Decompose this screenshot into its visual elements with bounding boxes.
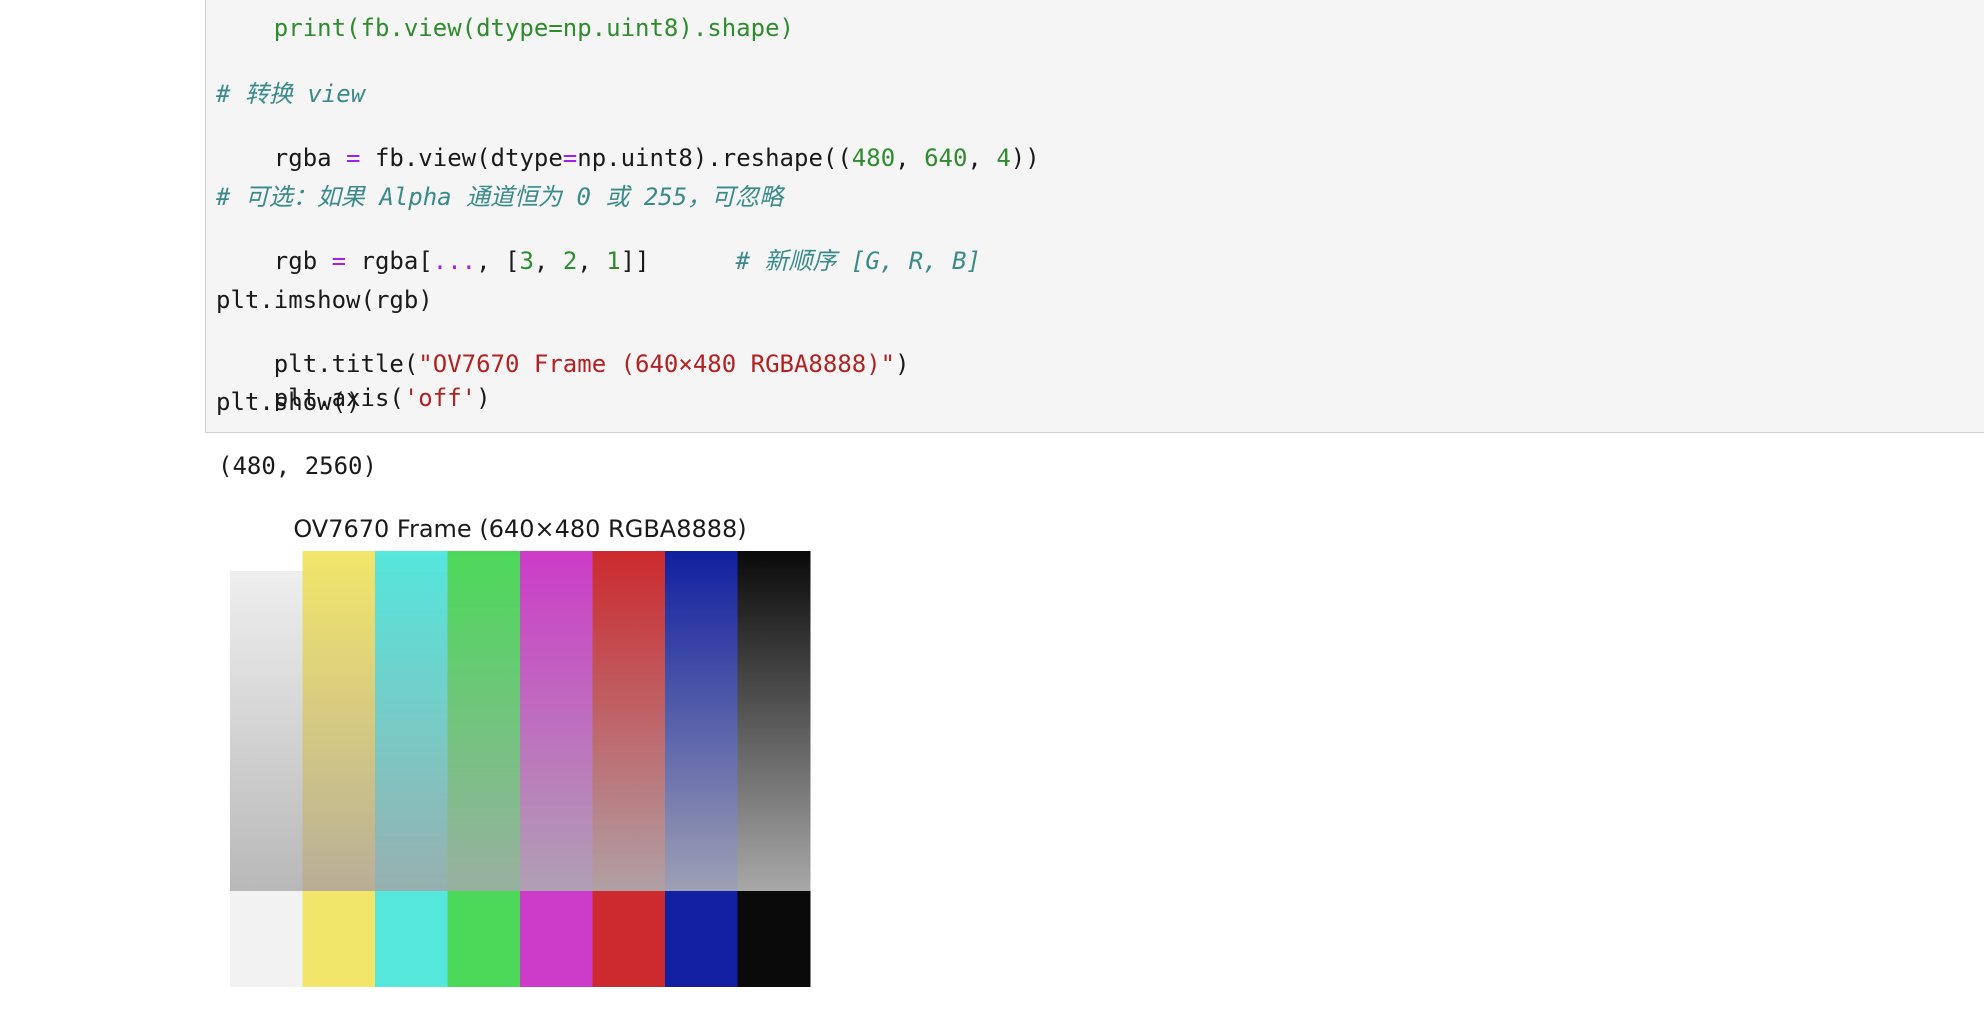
gradient-bar-7 [737,551,811,891]
gradient-bar-3 [447,551,521,891]
code-token: , [895,144,925,172]
solid-bar-5 [592,891,666,987]
code-token: , [967,144,997,172]
code-line-title: plt.title("OV7670 Frame (640×480 RGBA888… [216,319,910,378]
code-line-reshape: rgba = fb.view(dtype=np.uint8).reshape((… [216,113,1040,172]
comment-optional: # 可选：如果 Alpha 通道恒为 0 或 255，可忽略 [216,183,784,211]
code-line-imshow: plt.imshow(rgb) [216,286,433,314]
code-token: rgba[ [346,247,433,275]
ellipsis-token: ... [432,247,477,275]
string-token: 'off' [403,384,477,412]
operator-token: = [346,144,361,172]
code-token: ) [476,384,491,412]
code-line-axis: plt.axis('off') [216,353,491,412]
code-line-rgb: rgb = rgba[..., [3, 2, 1]] # 新顺序 [G, R, B… [216,216,981,275]
solid-bar-7 [737,891,811,987]
gradient-bar-5 [592,551,666,891]
solid-bar-4 [520,891,593,987]
code-token: , [ [476,247,520,275]
code-token: rgba [273,144,347,172]
number-token: 2 [562,247,578,275]
code-line-show: plt.show() [216,388,361,416]
code-token: )) [1010,144,1040,172]
number-token: 3 [519,247,534,275]
number-token: 480 [851,144,896,172]
gradient-bar-6 [665,551,738,891]
number-token: 4 [996,144,1011,172]
first-bar-top-gap [230,551,303,571]
code-token: ) [895,350,910,378]
number-token: 1 [606,247,621,275]
code-token: , [533,247,563,275]
solid-bar-1 [302,891,376,987]
solid-bar-0 [230,891,303,987]
gradient-bar-1 [302,551,376,891]
output-shape: (480, 2560) [218,452,377,480]
code-cell[interactable]: print(fb.view(dtype=np.uint8).shape) # 转… [205,0,1984,433]
matplotlib-figure: OV7670 Frame (640×480 RGBA8888) [220,505,820,1005]
comment-new-order: # 新顺序 [G, R, B] [735,247,981,275]
solid-bar-2 [375,891,448,987]
gradient-bar-0 [230,551,303,891]
solid-bar-6 [665,891,738,987]
code-token: fb.view(dtype [360,144,563,172]
code-token: np.uint8).reshape(( [577,144,852,172]
gradient-bar-2 [375,551,448,891]
solid-bar-3 [447,891,521,987]
gradient-bar-4 [520,551,593,891]
code-token: , [577,247,607,275]
number-token: 640 [924,144,968,172]
operator-token: = [562,144,578,172]
operator-token: = [331,247,347,275]
code-token: ]] [620,247,650,275]
code-token: rgb [273,247,332,275]
comment-convert-view: # 转换 view [216,80,366,108]
code-line-print-shape: print(fb.view(dtype=np.uint8).shape) [216,0,794,42]
color-bar-image [230,551,811,987]
code-text: print(fb.view(dtype=np.uint8).shape) [273,14,794,42]
